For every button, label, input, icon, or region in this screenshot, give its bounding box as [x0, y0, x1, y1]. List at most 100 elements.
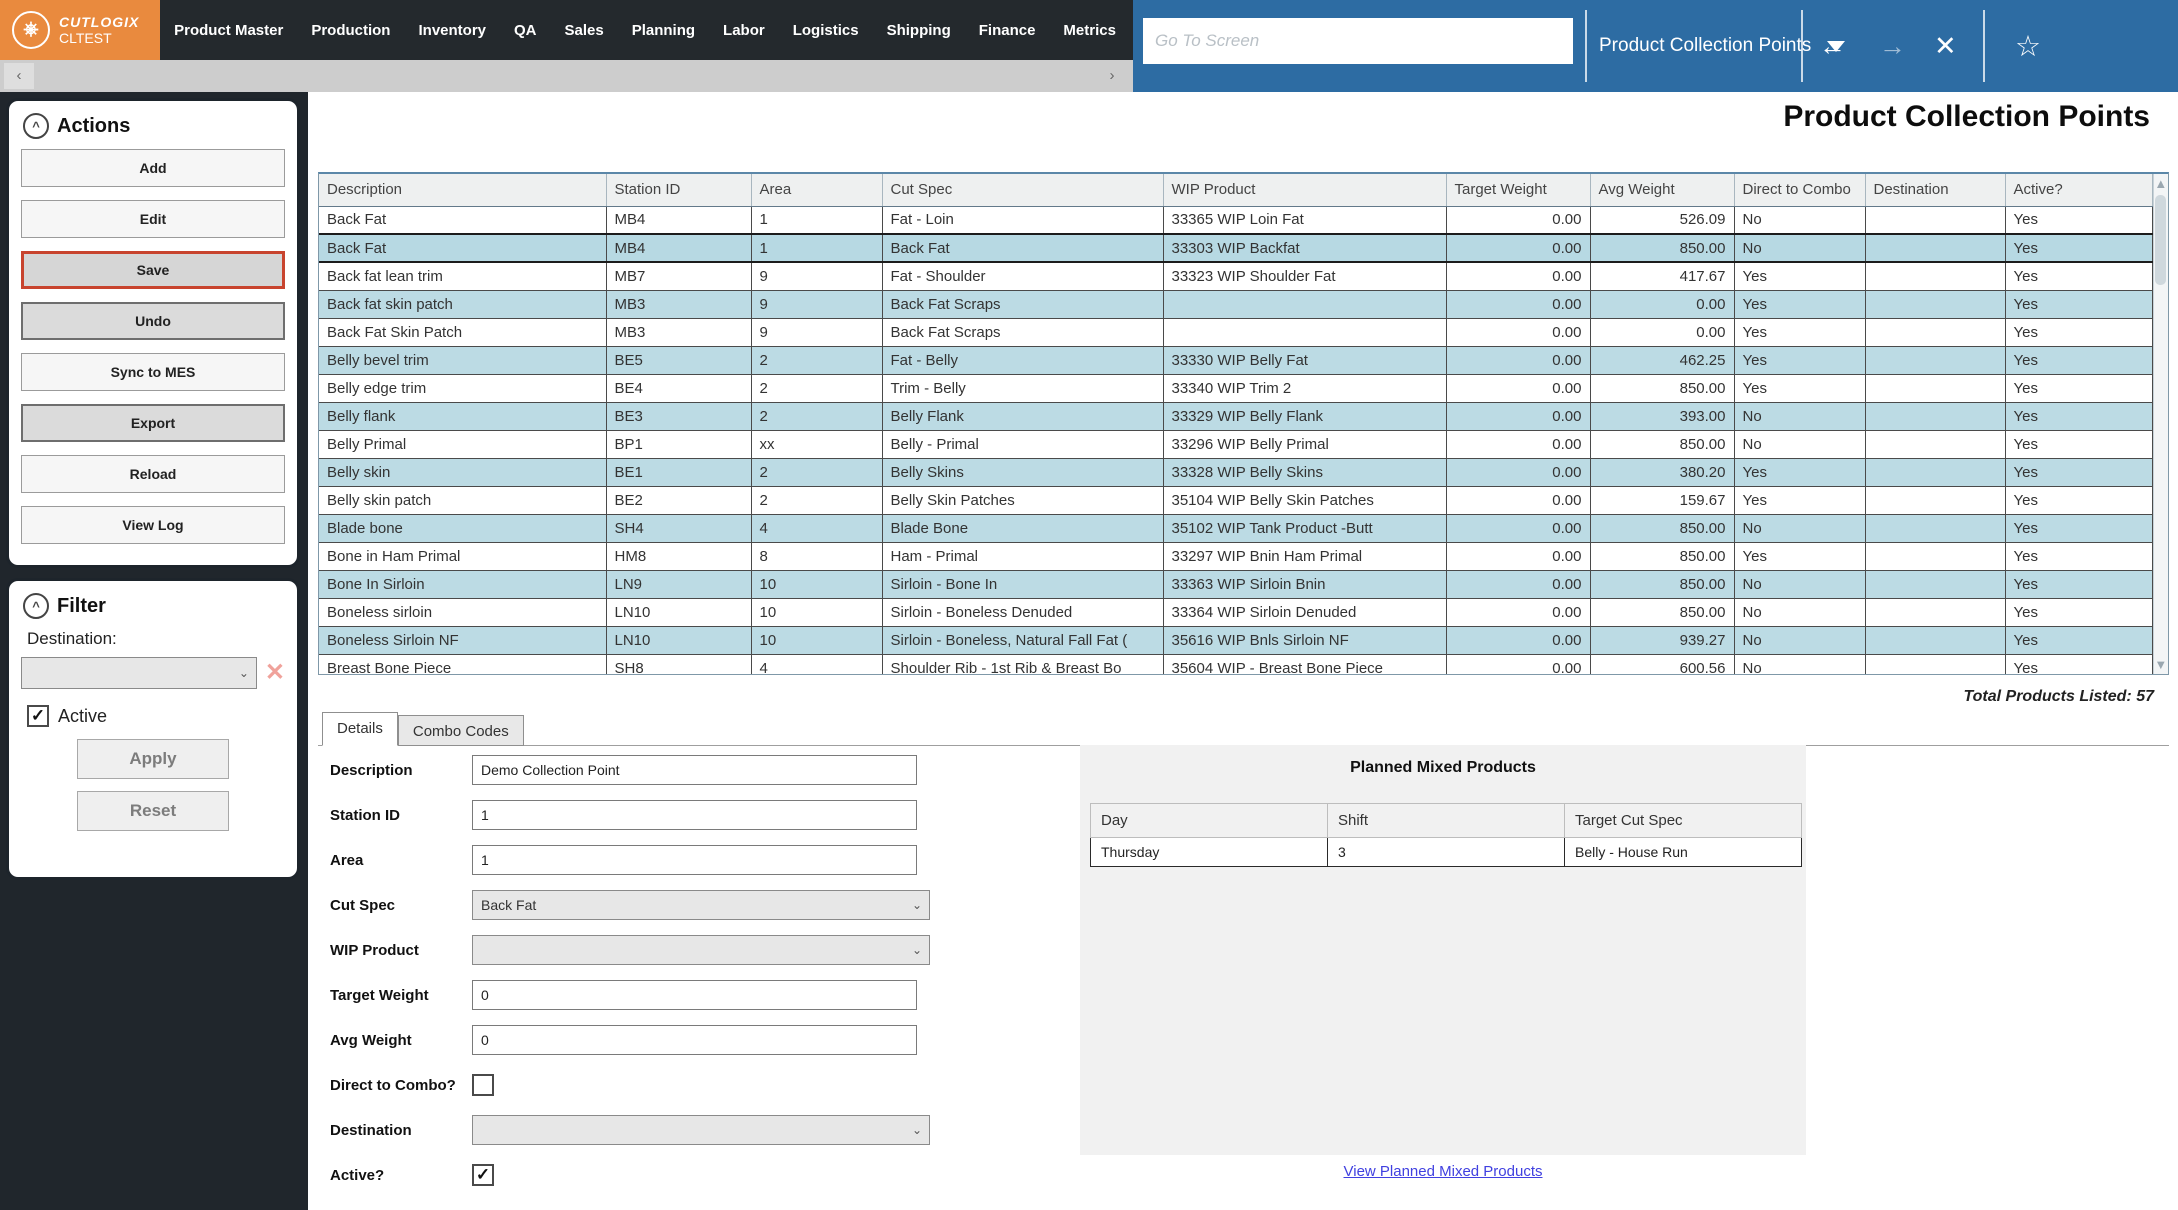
nav-item-planning[interactable]: Planning	[618, 22, 709, 39]
brand-environment: CLTEST	[59, 30, 139, 46]
cell: Back fat skin patch	[319, 290, 606, 318]
export-button[interactable]: Export	[21, 404, 285, 442]
column-header-wip-product[interactable]: WIP Product	[1163, 174, 1446, 206]
table-row[interactable]: Boneless sirloinLN1010Sirloin - Boneless…	[319, 598, 2152, 626]
destination-select[interactable]: ⌄	[472, 1115, 930, 1145]
table-row[interactable]: Belly flankBE32Belly Flank33329 WIP Bell…	[319, 402, 2152, 430]
reset-filter-button[interactable]: Reset	[77, 791, 229, 831]
undo-button[interactable]: Undo	[21, 302, 285, 340]
cell: 35604 WIP - Breast Bone Piece	[1163, 654, 1446, 675]
view-planned-mixed-products-link[interactable]: View Planned Mixed Products	[1344, 1163, 1543, 1180]
table-row[interactable]: Blade boneSH44Blade Bone35102 WIP Tank P…	[319, 514, 2152, 542]
table-row[interactable]: Back fat lean trimMB79Fat - Shoulder3332…	[319, 262, 2152, 290]
active-filter-checkbox-row[interactable]: Active	[27, 705, 285, 727]
planned-table-row[interactable]: Thursday3Belly - House Run	[1091, 838, 1802, 867]
table-row[interactable]: Bone in Ham PrimalHM88Ham - Primal33297 …	[319, 542, 2152, 570]
column-header-target-weight[interactable]: Target Weight	[1446, 174, 1590, 206]
nav-item-shipping[interactable]: Shipping	[873, 22, 965, 39]
cell	[1865, 318, 2005, 346]
cell: 0.00	[1446, 570, 1590, 598]
cell: 850.00	[1590, 570, 1734, 598]
column-header-station-id[interactable]: Station ID	[606, 174, 751, 206]
cell: 0.00	[1446, 626, 1590, 654]
cell: 4	[751, 654, 882, 675]
column-header-cut-spec[interactable]: Cut Spec	[882, 174, 1163, 206]
column-header-area[interactable]: Area	[751, 174, 882, 206]
active-filter-checkbox[interactable]	[27, 705, 49, 727]
scroll-up-icon[interactable]: ▲	[2154, 176, 2167, 191]
table-row[interactable]: Belly edge trimBE42Trim - Belly33340 WIP…	[319, 374, 2152, 402]
go-to-screen-input[interactable]	[1143, 18, 1573, 64]
table-row[interactable]: Belly skin patchBE22Belly Skin Patches35…	[319, 486, 2152, 514]
forward-arrow-icon[interactable]: →	[1879, 0, 1906, 92]
direct-to-combo-checkbox[interactable]	[472, 1074, 494, 1096]
description-field[interactable]	[472, 755, 917, 785]
apply-filter-button[interactable]: Apply	[77, 739, 229, 779]
nav-item-sales[interactable]: Sales	[551, 22, 618, 39]
favorite-star-icon[interactable]: ☆	[2015, 0, 2041, 92]
nav-item-finance[interactable]: Finance	[965, 22, 1050, 39]
clear-destination-icon[interactable]: ✕	[265, 661, 285, 685]
scroll-down-icon[interactable]: ▼	[2154, 657, 2167, 672]
sync-to-mes-button[interactable]: Sync to MES	[21, 353, 285, 391]
table-row[interactable]: Belly skinBE12Belly Skins33328 WIP Belly…	[319, 458, 2152, 486]
table-row[interactable]: Back FatMB41Fat - Loin33365 WIP Loin Fat…	[319, 206, 2152, 234]
nav-item-qa[interactable]: QA	[500, 22, 551, 39]
table-row[interactable]: Belly bevel trimBE52Fat - Belly33330 WIP…	[319, 346, 2152, 374]
reload-button[interactable]: Reload	[21, 455, 285, 493]
view-log-button[interactable]: View Log	[21, 506, 285, 544]
cell: MB3	[606, 290, 751, 318]
tab-details[interactable]: Details	[322, 712, 398, 746]
collapse-actions-icon[interactable]: ^	[23, 113, 49, 139]
station-id-field[interactable]	[472, 800, 917, 830]
scrollbar-thumb[interactable]	[2155, 195, 2166, 285]
grid-scrollbar[interactable]: ▲ ▼	[2153, 174, 2169, 674]
nav-item-metrics[interactable]: Metrics	[1049, 22, 1130, 39]
detail-tabs: Details Combo Codes	[322, 712, 524, 746]
column-header-destination[interactable]: Destination	[1865, 174, 2005, 206]
save-button[interactable]: Save	[21, 251, 285, 289]
nav-item-labor[interactable]: Labor	[709, 22, 779, 39]
tab-combo-codes[interactable]: Combo Codes	[398, 715, 524, 746]
planned-column-header-day[interactable]: Day	[1091, 804, 1328, 838]
planned-column-header-target-cut-spec[interactable]: Target Cut Spec	[1565, 804, 1802, 838]
nav-item-inventory[interactable]: Inventory	[404, 22, 500, 39]
cell: Belly edge trim	[319, 374, 606, 402]
close-screen-icon[interactable]: ✕	[1934, 0, 1957, 92]
target-weight-field[interactable]	[472, 980, 917, 1010]
edit-button[interactable]: Edit	[21, 200, 285, 238]
column-header-direct-to-combo[interactable]: Direct to Combo	[1734, 174, 1865, 206]
table-row[interactable]: Back FatMB41Back Fat33303 WIP Backfat0.0…	[319, 234, 2152, 262]
screen-selector-dropdown[interactable]: Product Collection Points	[1599, 0, 1845, 92]
column-header-avg-weight[interactable]: Avg Weight	[1590, 174, 1734, 206]
cell: 393.00	[1590, 402, 1734, 430]
column-header-active-[interactable]: Active?	[2005, 174, 2152, 206]
menu-scroll-right-icon[interactable]: ›	[1097, 63, 1127, 89]
menu-scroll-left-icon[interactable]: ‹	[4, 63, 34, 89]
toolbar-divider	[1585, 10, 1587, 82]
nav-item-product-master[interactable]: Product Master	[160, 22, 297, 39]
cell: LN9	[606, 570, 751, 598]
table-row[interactable]: Boneless Sirloin NFLN1010Sirloin - Bonel…	[319, 626, 2152, 654]
table-row[interactable]: Back Fat Skin PatchMB39Back Fat Scraps0.…	[319, 318, 2152, 346]
add-button[interactable]: Add	[21, 149, 285, 187]
nav-item-production[interactable]: Production	[297, 22, 404, 39]
cut-spec-label: Cut Spec	[330, 897, 472, 914]
collapse-filter-icon[interactable]: ^	[23, 593, 49, 619]
table-row[interactable]: Bone In SirloinLN910Sirloin - Bone In333…	[319, 570, 2152, 598]
area-field[interactable]	[472, 845, 917, 875]
active-checkbox[interactable]	[472, 1164, 494, 1186]
destination-filter-select[interactable]: ⌄	[21, 657, 257, 689]
avg-weight-field[interactable]	[472, 1025, 917, 1055]
cut-spec-select[interactable]: Back Fat ⌄	[472, 890, 930, 920]
nav-item-logistics[interactable]: Logistics	[779, 22, 873, 39]
planned-column-header-shift[interactable]: Shift	[1328, 804, 1565, 838]
wip-product-select[interactable]: ⌄	[472, 935, 930, 965]
table-row[interactable]: Belly PrimalBP1xxBelly - Primal33296 WIP…	[319, 430, 2152, 458]
back-arrow-icon[interactable]: ←	[1819, 0, 1846, 92]
column-header-description[interactable]: Description	[319, 174, 606, 206]
cell: Yes	[2005, 290, 2152, 318]
table-row[interactable]: Breast Bone PieceSH84Shoulder Rib - 1st …	[319, 654, 2152, 675]
cutlogix-logo-icon: ⎈	[12, 11, 50, 49]
table-row[interactable]: Back fat skin patchMB39Back Fat Scraps0.…	[319, 290, 2152, 318]
